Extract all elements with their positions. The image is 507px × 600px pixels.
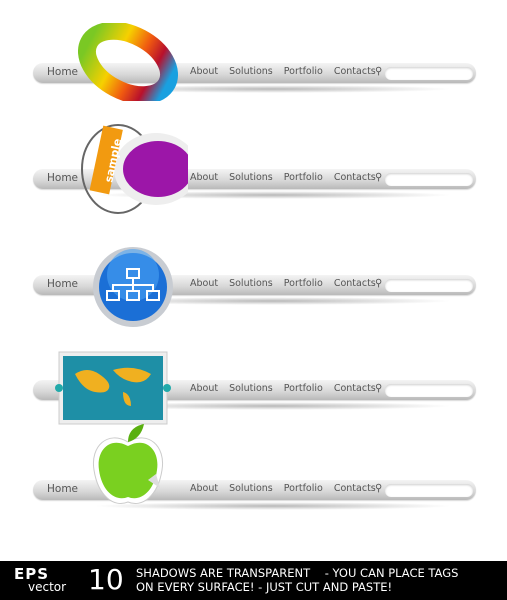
nav-item[interactable]: Solutions: [229, 483, 273, 494]
nav-item[interactable]: About: [190, 172, 218, 183]
nav-item[interactable]: Portfolio: [284, 66, 323, 77]
search-icon[interactable]: ⚲: [375, 172, 382, 183]
nav-item[interactable]: Contacts: [334, 172, 376, 183]
website-header-5: Home About Solutions Portfolio Contacts ⚲: [33, 424, 476, 510]
nav-item[interactable]: Solutions: [229, 383, 273, 394]
website-header-3: Home About Solutions Portfolio Contacts ⚲: [33, 247, 476, 327]
vector-label: vector: [28, 580, 67, 594]
nav-item[interactable]: About: [190, 383, 218, 394]
website-header-4: About Solutions Portfolio Contacts ⚲: [33, 351, 476, 425]
nav-menu: About Solutions Portfolio Contacts: [190, 383, 376, 394]
nav-item[interactable]: About: [190, 278, 218, 289]
nav-item[interactable]: Solutions: [229, 66, 273, 77]
version-number: 10: [88, 563, 124, 596]
ring-chart-icon: [78, 23, 178, 101]
world-map-icon: [55, 351, 171, 425]
search-input[interactable]: [385, 279, 473, 292]
footer-message: SHADOWS ARE TRANSPARENT - YOU CAN PLACE …: [136, 566, 458, 594]
apple-sticker-icon: [92, 424, 164, 504]
nav-item[interactable]: Contacts: [334, 278, 376, 289]
search-input[interactable]: [385, 384, 473, 397]
website-header-2: Home About Solutions Portfolio Contacts ⚲ s…: [33, 124, 476, 214]
nav-item[interactable]: Portfolio: [284, 383, 323, 394]
nav-home[interactable]: Home: [47, 483, 78, 495]
search-input[interactable]: [385, 484, 473, 497]
nav-home[interactable]: Home: [47, 66, 78, 78]
search-icon[interactable]: ⚲: [375, 383, 382, 394]
nav-item[interactable]: Portfolio: [284, 483, 323, 494]
nav-item[interactable]: Solutions: [229, 172, 273, 183]
nav-item[interactable]: Portfolio: [284, 278, 323, 289]
search-input[interactable]: [385, 173, 473, 186]
nav-menu: About Solutions Portfolio Contacts: [190, 278, 376, 289]
nav-item[interactable]: Contacts: [334, 483, 376, 494]
nav-item[interactable]: Portfolio: [284, 172, 323, 183]
nav-home[interactable]: Home: [47, 172, 78, 184]
nav-menu: About Solutions Portfolio Contacts: [190, 172, 376, 183]
nav-item[interactable]: About: [190, 66, 218, 77]
nav-item[interactable]: Solutions: [229, 278, 273, 289]
search-icon[interactable]: ⚲: [375, 483, 382, 494]
search-icon[interactable]: ⚲: [375, 66, 382, 77]
nav-item[interactable]: About: [190, 483, 218, 494]
website-header-1: Home About Solutions Portfolio Contacts ⚲: [33, 23, 476, 101]
nav-menu: About Solutions Portfolio Contacts: [190, 66, 376, 77]
search-icon[interactable]: ⚲: [375, 278, 382, 289]
sample-sticker-icon: sample: [81, 124, 188, 214]
sitemap-icon: [93, 247, 173, 327]
nav-home[interactable]: Home: [47, 278, 78, 290]
footer-line-1: SHADOWS ARE TRANSPARENT - YOU CAN PLACE …: [136, 566, 459, 580]
footer-line-2: ON EVERY SURFACE! - JUST CUT AND PASTE!: [136, 580, 393, 594]
nav-menu: About Solutions Portfolio Contacts: [190, 483, 376, 494]
footer-banner: EPS vector 10 SHADOWS ARE TRANSPARENT - …: [0, 561, 507, 600]
nav-item[interactable]: Contacts: [334, 66, 376, 77]
search-input[interactable]: [385, 67, 473, 80]
nav-item[interactable]: Contacts: [334, 383, 376, 394]
